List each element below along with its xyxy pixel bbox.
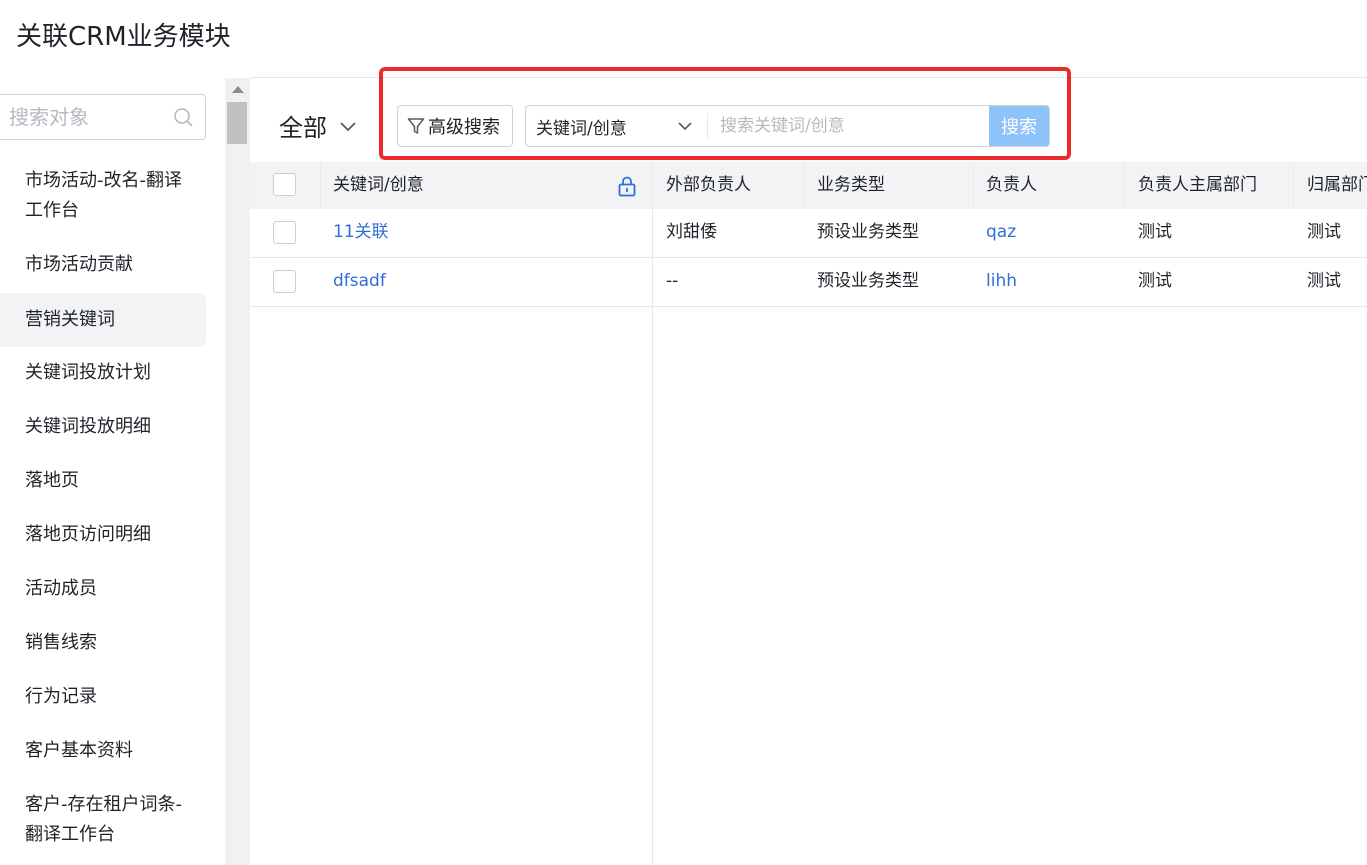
object-search-input[interactable] xyxy=(9,105,169,129)
table-header: 关键词/创意 外部负责人 业务类型 负责人 负责人主属部门 归属部门 xyxy=(250,162,1367,209)
sidebar-item-label: 落地页访问明细 xyxy=(25,524,151,545)
records-table: 关键词/创意 外部负责人 业务类型 负责人 负责人主属部门 归属部门 11关联 … xyxy=(250,162,1367,865)
column-header-owner[interactable]: 负责人 xyxy=(986,162,1037,209)
object-search-box[interactable] xyxy=(0,94,206,140)
sidebar-item-label: 客户-存在租户词条-翻译工作台 xyxy=(25,794,182,845)
page-title: 关联CRM业务模块 xyxy=(16,22,231,52)
sidebar-item-label: 市场活动-改名-翻译工作台 xyxy=(25,170,182,221)
owner-link[interactable]: lihh xyxy=(986,258,1017,305)
biz-type-cell: 预设业务类型 xyxy=(817,222,919,242)
external-owner-cell: -- xyxy=(666,271,679,291)
owner-link[interactable]: qaz xyxy=(986,209,1016,256)
sidebar-item-campaign-members[interactable]: 活动成员 xyxy=(0,574,206,604)
sidebar-item-sales-leads[interactable]: 销售线索 xyxy=(0,628,206,658)
scrollbar-thumb[interactable] xyxy=(227,102,247,144)
column-header-external-owner[interactable]: 外部负责人 xyxy=(666,162,751,209)
sidebar-item-keyword-plan[interactable]: 关键词投放计划 xyxy=(0,358,206,388)
biz-type-cell: 预设业务类型 xyxy=(817,271,919,291)
table-row[interactable]: dfsadf -- 预设业务类型 lihh 测试 测试 xyxy=(250,258,1367,307)
sidebar-item-label: 客户基本资料 xyxy=(25,740,133,761)
dept-cell: 测试 xyxy=(1307,271,1341,291)
sidebar-item-label: 行为记录 xyxy=(25,686,97,707)
sidebar-item-landing-page[interactable]: 落地页 xyxy=(0,466,206,496)
sidebar-item-campaign-rename[interactable]: 市场活动-改名-翻译工作台 xyxy=(0,166,206,226)
object-sidebar: 市场活动-改名-翻译工作台 市场活动贡献 营销关键词 关键词投放计划 关键词投放… xyxy=(0,78,225,865)
row-checkbox[interactable] xyxy=(273,270,296,293)
column-divider xyxy=(1293,162,1294,209)
sidebar-item-label: 市场活动贡献 xyxy=(25,254,133,275)
sidebar-item-keyword-detail[interactable]: 关键词投放明细 xyxy=(0,412,206,442)
dept-cell: 测试 xyxy=(1307,222,1341,242)
column-divider xyxy=(1124,162,1125,209)
owner-dept-cell: 测试 xyxy=(1138,222,1172,242)
sidebar-item-label: 关键词投放计划 xyxy=(25,362,151,383)
column-header-biz-type[interactable]: 业务类型 xyxy=(817,162,885,209)
select-all-checkbox[interactable] xyxy=(273,173,296,196)
scroll-up-arrow-icon[interactable] xyxy=(232,86,244,93)
sidebar-item-campaign-contribution[interactable]: 市场活动贡献 xyxy=(0,250,206,280)
column-divider xyxy=(803,162,804,209)
view-filter-select[interactable]: 全部 xyxy=(279,108,357,143)
sidebar-item-behavior-records[interactable]: 行为记录 xyxy=(0,682,206,712)
owner-dept-cell: 测试 xyxy=(1138,271,1172,291)
keyword-link[interactable]: dfsadf xyxy=(333,258,386,305)
external-owner-cell: 刘甜倭 xyxy=(666,222,717,242)
chevron-down-icon xyxy=(340,121,356,131)
highlight-annotation-box xyxy=(379,67,1071,160)
view-filter-label: 全部 xyxy=(279,114,327,142)
sidebar-item-label: 关键词投放明细 xyxy=(25,416,151,437)
sidebar-item-marketing-keywords[interactable]: 营销关键词 xyxy=(0,293,206,347)
column-divider xyxy=(320,162,321,209)
row-checkbox[interactable] xyxy=(273,221,296,244)
sidebar-item-label: 销售线索 xyxy=(25,632,97,653)
column-header-dept[interactable]: 归属部门 xyxy=(1307,162,1367,209)
search-icon[interactable] xyxy=(173,107,193,127)
sidebar-item-landing-visits[interactable]: 落地页访问明细 xyxy=(0,520,206,550)
column-header-owner-dept[interactable]: 负责人主属部门 xyxy=(1138,162,1257,209)
sidebar-item-label: 营销关键词 xyxy=(25,309,115,330)
sidebar-item-label: 落地页 xyxy=(25,470,79,491)
sidebar-scrollbar[interactable] xyxy=(225,78,250,865)
column-header-keyword[interactable]: 关键词/创意 xyxy=(333,162,424,209)
table-row[interactable]: 11关联 刘甜倭 预设业务类型 qaz 测试 测试 xyxy=(250,209,1367,258)
sidebar-item-customer-translation[interactable]: 客户-存在租户词条-翻译工作台 xyxy=(0,790,206,850)
sidebar-item-customer-profile[interactable]: 客户基本资料 xyxy=(0,736,206,766)
lock-icon xyxy=(618,176,636,197)
keyword-link[interactable]: 11关联 xyxy=(333,209,389,256)
column-divider xyxy=(973,162,974,209)
sidebar-item-label: 活动成员 xyxy=(25,578,97,599)
